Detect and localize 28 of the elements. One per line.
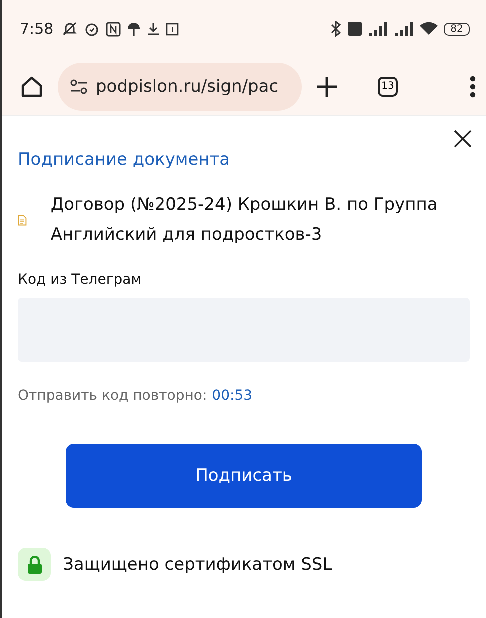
url-text: podpislon.ru/sign/pac	[96, 76, 279, 96]
signal-icon	[368, 22, 388, 36]
calendar-icon	[166, 22, 179, 36]
nfc-icon	[106, 22, 121, 36]
download-icon	[146, 22, 160, 36]
lock-icon	[18, 548, 51, 581]
bluetooth-icon	[330, 21, 342, 37]
wifi-icon	[420, 22, 438, 36]
document-name: Договор (№2025-24) Крошкин В. по Группа Английский для подростков-3	[50, 194, 439, 247]
alarm-icon	[84, 21, 100, 37]
site-settings-icon[interactable]	[70, 78, 88, 94]
home-icon[interactable]	[20, 74, 44, 98]
address-bar[interactable]: podpislon.ru/sign/pac	[58, 62, 302, 110]
menu-icon[interactable]	[470, 76, 476, 98]
umbrella-icon	[126, 22, 141, 36]
battery-icon: 82	[444, 22, 470, 36]
sign-button[interactable]: Подписать	[66, 444, 422, 508]
ssl-note: Защищено сертификатом SSL	[63, 554, 332, 574]
resend-timer: 00:53	[212, 388, 253, 404]
resend-label: Отправить код повторно:	[18, 388, 208, 404]
plus-icon[interactable]	[316, 76, 338, 98]
field-label: Код из Телеграм	[18, 272, 143, 288]
bell-off-icon	[62, 21, 78, 37]
signal-icon	[394, 22, 414, 36]
close-icon[interactable]	[454, 130, 472, 148]
clock-time: 7:58	[20, 20, 54, 38]
tab-count-button[interactable]: 13	[378, 76, 398, 96]
dialog-title: Подписание документа	[18, 150, 232, 170]
